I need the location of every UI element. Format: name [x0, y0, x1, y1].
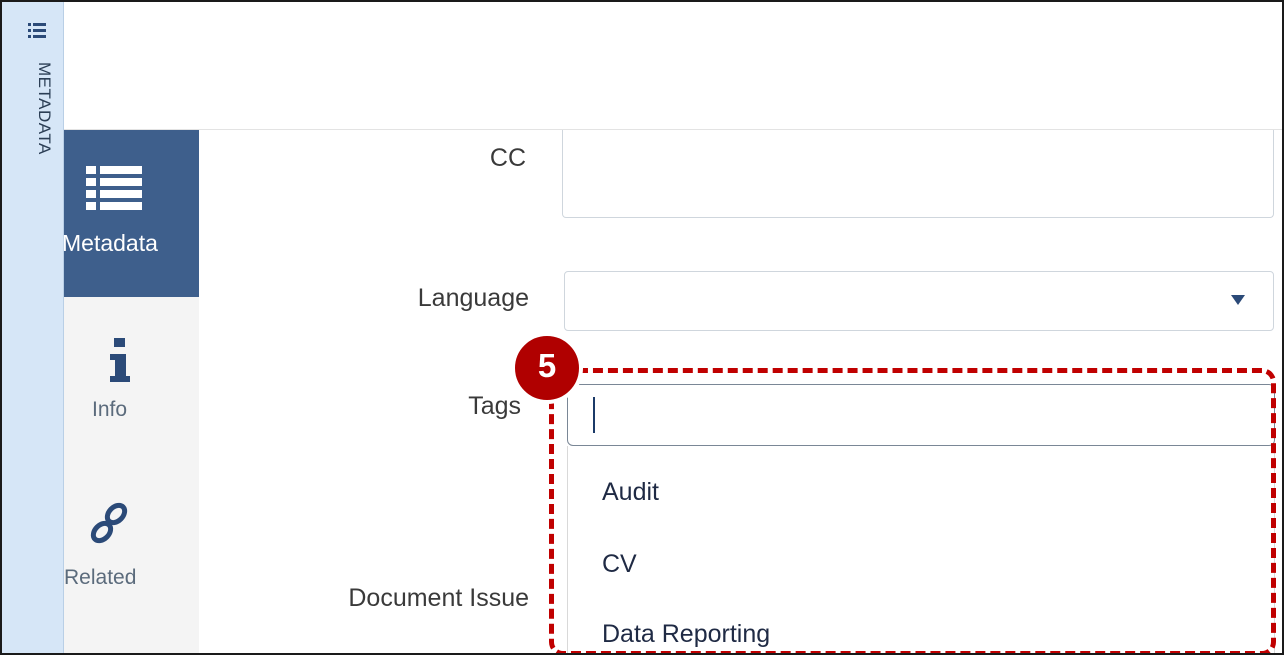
tags-label: Tags [468, 392, 521, 420]
side-nav: Metadata Info Related [62, 130, 199, 653]
info-icon [107, 334, 133, 391]
metadata-form: CC Language Tags Audit CV Data Reporting… [199, 130, 1282, 653]
metadata-strip-label: METADATA [35, 62, 54, 155]
tags-input[interactable] [567, 384, 1275, 446]
nav-item-info[interactable]: Info [64, 330, 199, 430]
tags-option[interactable]: Audit [602, 478, 659, 507]
metadata-panel-strip[interactable]: METADATA [2, 2, 64, 653]
nav-item-metadata[interactable]: Metadata [62, 130, 199, 297]
app-window: METADATA Metadata Info Related CC Langua… [0, 0, 1284, 655]
top-bar [64, 2, 1282, 130]
step-badge: 5 [511, 332, 583, 404]
link-icon [88, 500, 132, 555]
language-select[interactable] [564, 271, 1274, 331]
list-icon [86, 166, 142, 215]
caret-down-icon [1231, 295, 1245, 305]
cc-label: CC [489, 144, 526, 172]
list-icon [28, 22, 46, 40]
cc-field[interactable] [562, 130, 1274, 218]
document-issue-label: Document Issue [348, 584, 529, 612]
tags-dropdown: Audit CV Data Reporting [567, 446, 1275, 653]
nav-label-metadata: Metadata [62, 230, 158, 256]
nav-item-related[interactable]: Related [64, 500, 199, 600]
tags-option[interactable]: CV [602, 550, 637, 579]
language-label: Language [417, 284, 529, 312]
tags-option[interactable]: Data Reporting [602, 620, 770, 649]
nav-label-related: Related [64, 566, 137, 589]
text-cursor [593, 397, 595, 433]
nav-label-info: Info [92, 398, 128, 421]
